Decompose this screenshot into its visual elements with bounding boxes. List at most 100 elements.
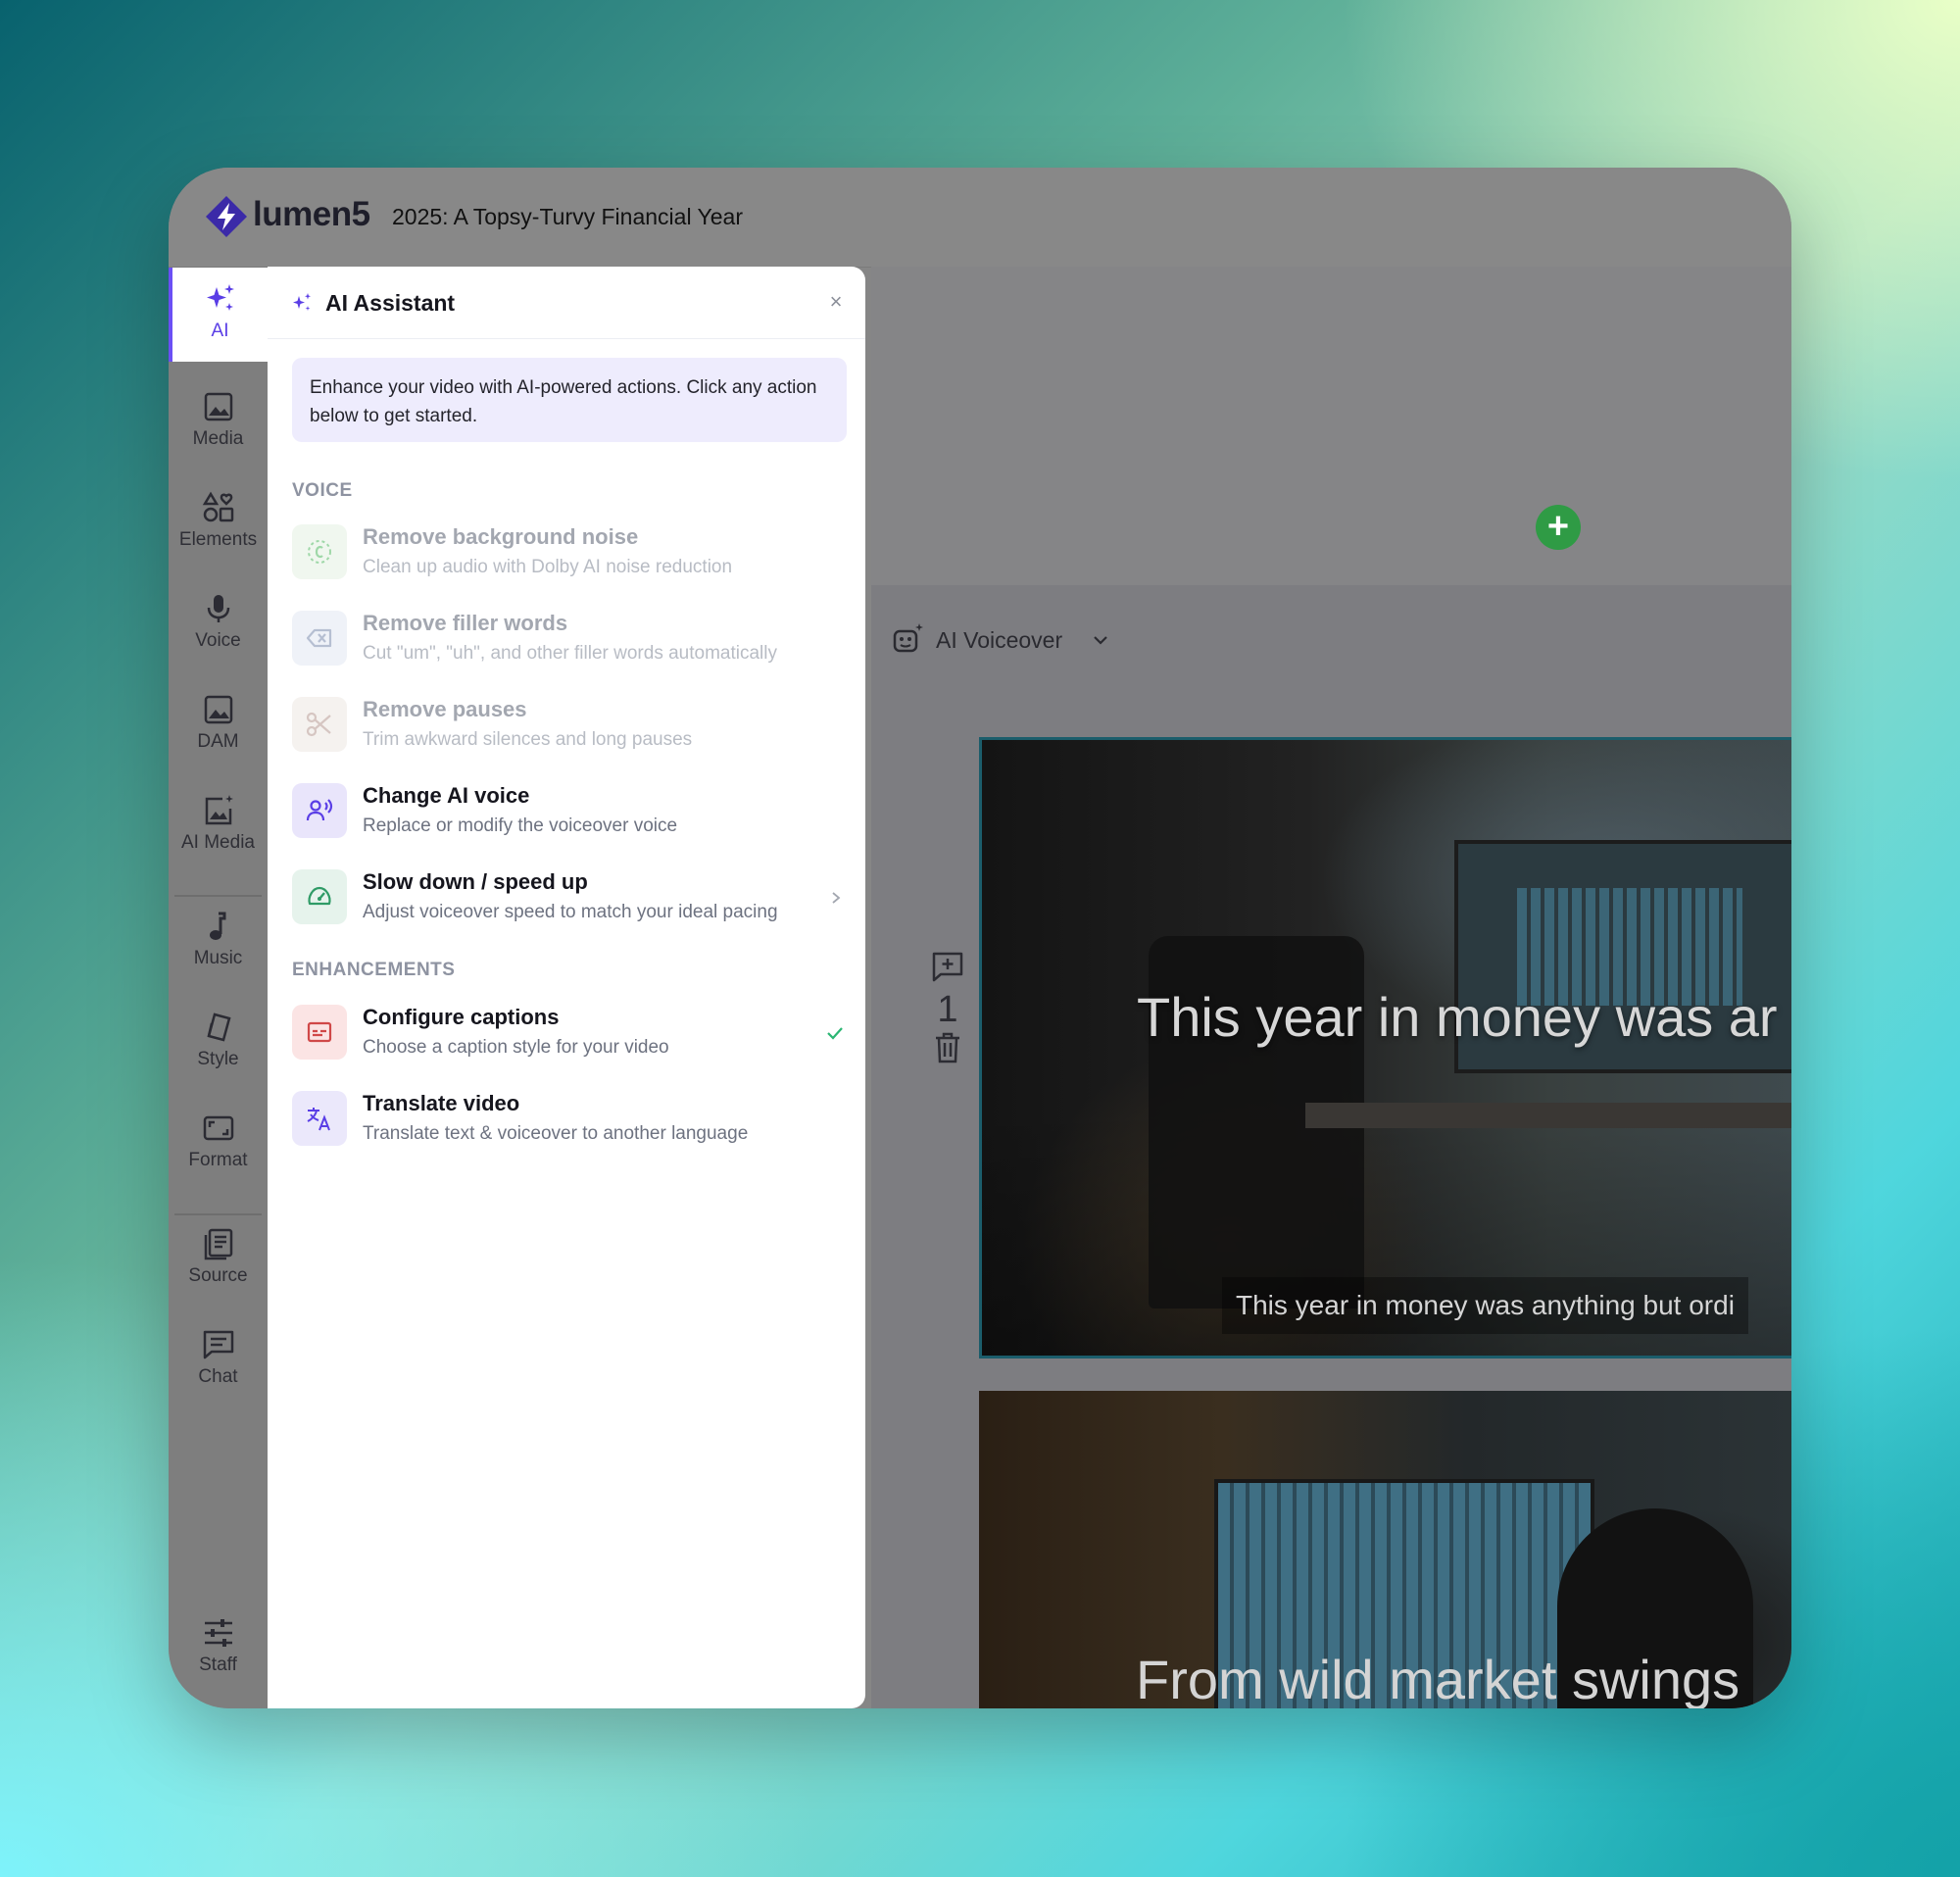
speaking-person-icon bbox=[306, 799, 333, 821]
ai-image-icon bbox=[205, 795, 233, 825]
ai-assistant-panel: AI Assistant × Enhance your video with A… bbox=[268, 267, 865, 1708]
action-icon-tile bbox=[292, 869, 347, 924]
sliders-icon bbox=[204, 1619, 232, 1647]
sidebar-item-label: Staff bbox=[199, 1655, 237, 1675]
chat-icon bbox=[203, 1330, 233, 1359]
action-description: Clean up audio with Dolby AI noise reduc… bbox=[363, 557, 733, 577]
action-description: Replace or modify the voiceover voice bbox=[363, 815, 678, 836]
sidebar-item-label: Voice bbox=[195, 630, 241, 651]
action-title: Remove filler words bbox=[363, 611, 568, 635]
action-title: Configure captions bbox=[363, 1005, 560, 1029]
sidebar-item-label: Format bbox=[188, 1150, 248, 1170]
sidebar-item-label: AI Media bbox=[181, 832, 255, 853]
sidebar-item-label: AI bbox=[211, 321, 229, 341]
captions-icon bbox=[307, 1021, 332, 1043]
lumen5-logo-icon[interactable] bbox=[204, 194, 249, 239]
sidebar-item-staff[interactable]: Staff bbox=[169, 1602, 268, 1696]
scene-caption[interactable]: This year in money was anything but ordi bbox=[1222, 1277, 1748, 1334]
add-comment-icon[interactable] bbox=[930, 949, 965, 984]
trash-icon[interactable] bbox=[932, 1031, 963, 1064]
action-description: Cut "um", "uh", and other filler words a… bbox=[363, 643, 777, 664]
sidebar-item-label: Media bbox=[192, 428, 244, 449]
sidebar-item-label: Source bbox=[188, 1265, 248, 1286]
brush-icon bbox=[206, 1013, 231, 1042]
action-slow-down-speed-up[interactable]: Slow down / speed up Adjust voiceover sp… bbox=[292, 865, 841, 944]
image-icon bbox=[204, 392, 232, 421]
add-scene-button[interactable]: + bbox=[1536, 505, 1581, 550]
action-title: Remove background noise bbox=[363, 524, 639, 549]
aspect-ratio-icon bbox=[203, 1115, 233, 1141]
close-icon[interactable]: × bbox=[826, 291, 846, 313]
project-title[interactable]: 2025: A Topsy-Turvy Financial Year bbox=[392, 204, 743, 230]
action-description: Choose a caption style for your video bbox=[363, 1037, 669, 1058]
section-heading-enhancements: ENHANCEMENTS bbox=[292, 960, 456, 980]
action-icon-tile bbox=[292, 697, 347, 752]
sidebar-item-voice[interactable]: Voice bbox=[169, 577, 268, 671]
backspace-icon bbox=[306, 628, 332, 648]
action-icon-tile bbox=[292, 611, 347, 666]
scene-number: 1 bbox=[937, 989, 958, 1030]
scene-headline[interactable]: This year in money was ar bbox=[1137, 985, 1778, 1049]
sidebar-item-music[interactable]: Music bbox=[169, 895, 268, 989]
editor-canvas: + AI Voiceover 1 This year in money was … bbox=[871, 267, 1791, 1708]
action-description: Translate text & voiceover to another la… bbox=[363, 1123, 749, 1144]
action-configure-captions[interactable]: Configure captions Choose a caption styl… bbox=[292, 1001, 843, 1079]
action-icon-tile bbox=[292, 1005, 347, 1060]
sidebar-item-label: Elements bbox=[178, 529, 258, 550]
sidebar-item-label: Style bbox=[197, 1049, 239, 1069]
sparkles-icon bbox=[206, 284, 234, 311]
action-title: Change AI voice bbox=[363, 783, 530, 808]
scene-image-desk bbox=[1305, 1103, 1791, 1128]
speedometer-icon bbox=[308, 886, 331, 906]
action-icon-tile bbox=[292, 1091, 347, 1146]
action-remove-background-noise[interactable]: Remove background noise Clean up audio w… bbox=[292, 520, 841, 599]
action-translate-video[interactable]: Translate video Translate text & voiceov… bbox=[292, 1087, 841, 1165]
intro-text: Enhance your video with AI-powered actio… bbox=[310, 377, 817, 426]
sidebar-item-elements[interactable]: Elements bbox=[169, 476, 268, 570]
action-description: Trim awkward silences and long pauses bbox=[363, 729, 693, 750]
sidebar: AI Media Elements Voice DAM AI Media Mus… bbox=[169, 268, 268, 1708]
sidebar-item-style[interactable]: Style bbox=[169, 996, 268, 1090]
sidebar-item-dam[interactable]: DAM bbox=[169, 678, 268, 772]
action-description: Adjust voiceover speed to match your ide… bbox=[363, 902, 778, 922]
sidebar-item-format[interactable]: Format bbox=[169, 1097, 268, 1191]
checkmark-icon bbox=[827, 1027, 843, 1040]
sidebar-item-source[interactable]: Source bbox=[169, 1212, 268, 1307]
shapes-icon bbox=[202, 491, 233, 522]
image-icon bbox=[204, 695, 232, 724]
voiceover-label: AI Voiceover bbox=[936, 627, 1063, 653]
scene-card[interactable]: From wild market swings bbox=[979, 1391, 1791, 1708]
scene-controls: 1 bbox=[928, 949, 967, 1069]
ai-voice-icon bbox=[893, 623, 923, 653]
scene-card[interactable]: This year in money was ar This year in m… bbox=[979, 737, 1791, 1358]
brand-name[interactable]: lumen5 bbox=[253, 195, 370, 234]
action-remove-pauses[interactable]: Remove pauses Trim awkward silences and … bbox=[292, 693, 841, 771]
document-icon bbox=[204, 1228, 232, 1260]
panel-title: AI Assistant bbox=[325, 290, 456, 316]
translate-icon bbox=[307, 1108, 330, 1131]
sidebar-item-label: DAM bbox=[197, 731, 239, 752]
music-note-icon bbox=[209, 912, 225, 940]
sidebar-item-ai[interactable]: AI bbox=[169, 268, 268, 362]
action-icon-tile bbox=[292, 524, 347, 579]
sidebar-item-media[interactable]: Media bbox=[169, 375, 268, 469]
sidebar-item-ai-media[interactable]: AI Media bbox=[169, 779, 268, 873]
scene-caption-text: This year in money was anything but ordi bbox=[1236, 1290, 1735, 1320]
chevron-right-icon bbox=[832, 892, 841, 904]
top-bar: lumen5 2025: A Topsy-Turvy Financial Yea… bbox=[169, 168, 1791, 268]
action-title: Remove pauses bbox=[363, 697, 527, 721]
scene-headline[interactable]: From wild market swings bbox=[1136, 1648, 1740, 1708]
sidebar-item-chat[interactable]: Chat bbox=[169, 1313, 268, 1408]
panel-header: AI Assistant × bbox=[268, 267, 865, 339]
action-title: Translate video bbox=[363, 1091, 520, 1115]
sparkles-icon bbox=[293, 293, 311, 311]
action-remove-filler-words[interactable]: Remove filler words Cut "um", "uh", and … bbox=[292, 607, 841, 685]
noise-icon bbox=[308, 540, 331, 564]
section-heading-voice: VOICE bbox=[292, 480, 353, 501]
microphone-icon bbox=[207, 595, 229, 622]
sidebar-item-label: Chat bbox=[198, 1366, 238, 1387]
action-icon-tile bbox=[292, 783, 347, 838]
action-change-ai-voice[interactable]: Change AI voice Replace or modify the vo… bbox=[292, 779, 841, 858]
intro-banner: Enhance your video with AI-powered actio… bbox=[292, 358, 847, 442]
app-window: lumen5 2025: A Topsy-Turvy Financial Yea… bbox=[169, 168, 1791, 1708]
